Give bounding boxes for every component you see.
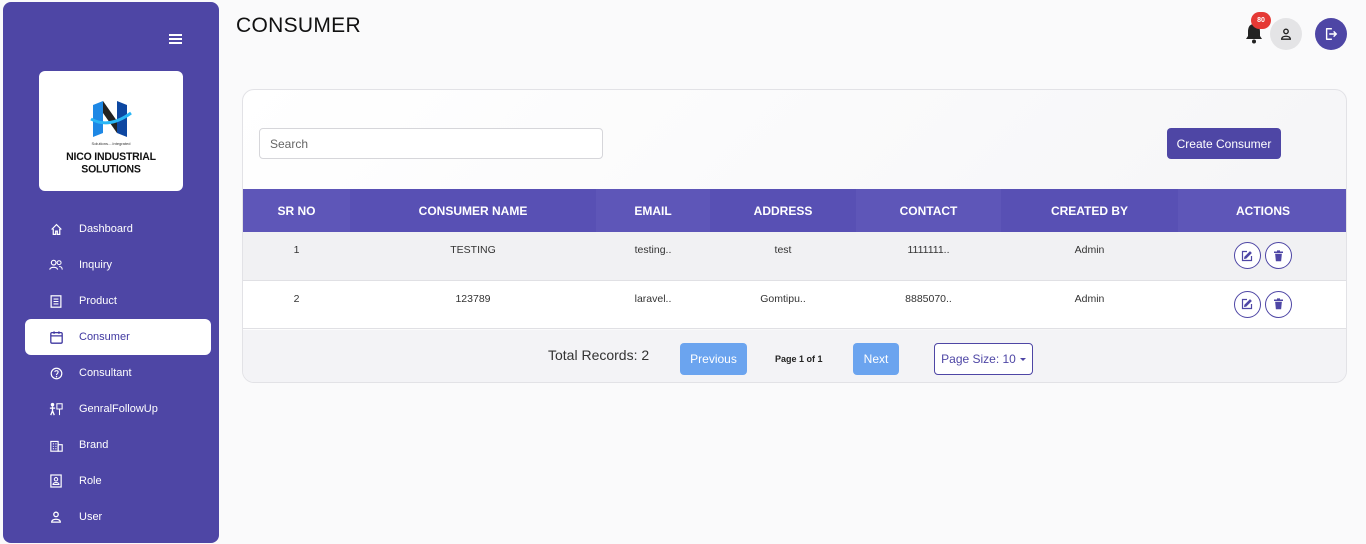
sidebar-item-role[interactable]: Role (25, 463, 211, 499)
sr-no-cell: 1 (243, 232, 350, 280)
logo-tagline: Solutions....Integrated (91, 141, 131, 146)
column-header[interactable]: CONTACT (856, 189, 1001, 232)
calendar-icon (49, 330, 63, 344)
question-circle-icon (49, 366, 63, 380)
delete-button[interactable] (1265, 290, 1293, 318)
consumer-name-cell: 123789 (350, 280, 596, 328)
sidebar-item-label: Role (79, 475, 102, 487)
table-header-row: SR NO CONSUMER NAME EMAIL ADDRESS CONTAC… (243, 189, 1346, 232)
edit-button[interactable] (1233, 242, 1261, 269)
delete-button[interactable] (1265, 242, 1293, 269)
trash-icon (1274, 298, 1284, 310)
page-title: CONSUMER (236, 14, 361, 37)
company-logo: Solutions....Integrated NICO INDUSTRIAL … (39, 71, 183, 191)
sidebar-item-label: Product (79, 295, 117, 307)
address-cell: test (710, 232, 856, 280)
actions-cell (1178, 232, 1346, 280)
created-by-cell: Admin (1001, 280, 1178, 328)
menu-toggle-icon[interactable] (169, 32, 189, 46)
email-cell: laravel.. (596, 280, 710, 328)
email-cell: testing.. (596, 232, 710, 280)
avatar[interactable] (1270, 18, 1302, 50)
users-icon (49, 258, 63, 272)
sidebar-item-user[interactable]: User (25, 499, 211, 535)
column-header[interactable]: CONSUMER NAME (350, 189, 596, 232)
sidebar-item-consultant[interactable]: Consultant (25, 355, 211, 391)
sidebar-item-brand[interactable]: Brand (25, 427, 211, 463)
id-card-icon (49, 474, 63, 488)
sidebar-item-label: Dashboard (79, 223, 133, 235)
home-icon (49, 222, 63, 236)
sidebar-item-label: Consultant (79, 367, 132, 379)
edit-button[interactable] (1233, 290, 1261, 318)
sidebar: Solutions....Integrated NICO INDUSTRIAL … (3, 2, 219, 543)
page-info: Page 1 of 1 (775, 354, 823, 364)
pagination-bar: Total Records: 2 Previous Page 1 of 1 Ne… (243, 330, 1346, 382)
consumer-table: SR NO CONSUMER NAME EMAIL ADDRESS CONTAC… (243, 189, 1346, 329)
previous-button[interactable]: Previous (680, 343, 747, 375)
trash-icon (1274, 249, 1284, 261)
table-row: 1 TESTING testing.. test 1111111.. Admin (243, 232, 1346, 280)
sidebar-item-label: Brand (79, 439, 109, 451)
sidebar-item-consumer[interactable]: Consumer (25, 319, 211, 355)
consumer-card: Create Consumer SR NO CONSUMER NAME EMAI… (242, 89, 1347, 383)
edit-icon (1241, 250, 1253, 261)
column-header[interactable]: SR NO (243, 189, 350, 232)
sidebar-item-label: Inquiry (79, 259, 113, 271)
contact-cell: 8885070.. (856, 280, 1001, 328)
sidebar-item-label: Consumer (79, 331, 130, 343)
logo-mark-icon (90, 101, 132, 137)
next-button[interactable]: Next (853, 343, 899, 375)
logout-icon (1325, 28, 1338, 40)
page-size-dropdown[interactable]: Page Size: 10 (934, 343, 1033, 375)
created-by-cell: Admin (1001, 232, 1178, 280)
contact-cell: 1111111.. (856, 232, 1001, 280)
table-row: 2 123789 laravel.. Gomtipu.. 8885070.. A… (243, 280, 1346, 328)
notification-badge: 80 (1251, 12, 1271, 29)
user-icon (49, 510, 63, 524)
sidebar-item-label: User (79, 511, 103, 523)
sidebar-item-dashboard[interactable]: Dashboard (25, 211, 211, 247)
address-cell: Gomtipu.. (710, 280, 856, 328)
column-header[interactable]: CREATED BY (1001, 189, 1178, 232)
sr-no-cell: 2 (243, 280, 350, 328)
person-icon (1281, 28, 1291, 40)
column-header: ACTIONS (1178, 189, 1346, 232)
sidebar-item-inquiry[interactable]: Inquiry (25, 247, 211, 283)
edit-icon (1241, 298, 1253, 310)
create-consumer-button[interactable]: Create Consumer (1167, 128, 1281, 159)
sidebar-item-label: GenralFollowUp (79, 403, 158, 415)
list-icon (49, 294, 63, 308)
logo-company-name: NICO INDUSTRIAL SOLUTIONS (66, 150, 156, 176)
sidebar-item-product[interactable]: Product (25, 283, 211, 319)
followup-icon (49, 402, 63, 416)
page-size-label: Page Size: 10 (941, 352, 1016, 366)
total-records: Total Records: 2 (548, 347, 650, 363)
logout-button[interactable] (1315, 18, 1347, 50)
search-input[interactable] (259, 128, 603, 159)
actions-cell (1178, 280, 1346, 328)
column-header[interactable]: EMAIL (596, 189, 710, 232)
caret-down-icon (1019, 357, 1026, 361)
sidebar-item-genralfollowup[interactable]: GenralFollowUp (25, 391, 211, 427)
column-header[interactable]: ADDRESS (710, 189, 856, 232)
sidebar-nav: Dashboard Inquiry Product Consumer Consu… (25, 211, 211, 535)
consumer-name-cell: TESTING (350, 232, 596, 280)
building-icon (49, 438, 63, 452)
